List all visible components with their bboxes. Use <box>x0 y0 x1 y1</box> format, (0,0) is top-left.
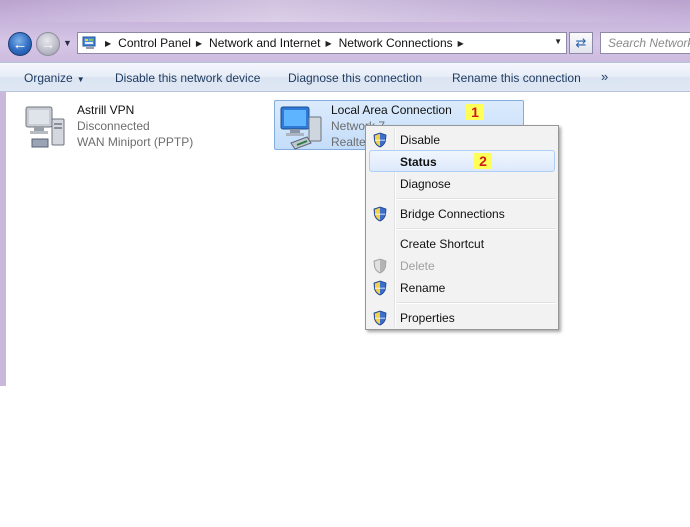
step-marker-1: 1 <box>466 104 484 120</box>
forward-arrow-icon: → <box>40 35 56 53</box>
step-marker-2: 2 <box>474 153 492 169</box>
connection-name-local-area[interactable]: Local Area Connection <box>331 103 452 117</box>
network-computer-icon[interactable] <box>22 103 70 151</box>
menu-separator <box>397 302 555 304</box>
network-connections-window: ← → ▼ ▶ Control Panel ▶ Network and Inte… <box>0 0 690 386</box>
address-bar[interactable]: ▶ Control Panel ▶ Network and Internet ▶… <box>77 32 567 54</box>
uac-shield-icon <box>373 206 387 222</box>
refresh-button[interactable]: ⇄ <box>569 32 593 54</box>
menu-item-bridge-connections[interactable]: Bridge Connections <box>400 207 505 221</box>
search-input[interactable]: Search Network Connections <box>600 32 690 54</box>
network-computer-icon[interactable] <box>277 103 325 151</box>
connection-device: WAN Miniport (PPTP) <box>77 135 194 149</box>
connection-status: Disconnected <box>77 119 150 133</box>
glass-frame <box>0 0 690 22</box>
back-arrow-icon: ← <box>12 35 28 53</box>
recent-pages-dropdown[interactable]: ▼ <box>63 38 72 48</box>
menu-item-diagnose[interactable]: Diagnose <box>400 177 451 191</box>
uac-shield-icon <box>373 258 387 274</box>
menu-item-status[interactable]: Status <box>400 155 437 169</box>
menu-separator <box>397 198 555 200</box>
control-panel-icon <box>82 36 96 49</box>
menu-item-properties[interactable]: Properties <box>400 311 455 325</box>
more-commands-button[interactable]: » <box>601 69 608 84</box>
rename-connection-button[interactable]: Rename this connection <box>452 71 581 85</box>
menu-item-create-shortcut[interactable]: Create Shortcut <box>400 237 484 251</box>
diagnose-connection-button[interactable]: Diagnose this connection <box>288 71 422 85</box>
breadcrumb-control-panel[interactable]: Control Panel <box>118 36 191 50</box>
uac-shield-icon <box>373 132 387 148</box>
menu-hover-highlight <box>369 150 555 172</box>
navigation-bar: ← → ▼ ▶ Control Panel ▶ Network and Inte… <box>0 0 690 62</box>
refresh-icon: ⇄ <box>575 35 587 50</box>
disable-device-button[interactable]: Disable this network device <box>115 71 260 85</box>
chevron-down-icon: ▼ <box>76 75 85 84</box>
uac-shield-icon <box>373 280 387 296</box>
breadcrumb-network-and-internet[interactable]: Network and Internet <box>209 36 320 50</box>
crumb-separator-icon[interactable]: ▶ <box>325 39 331 48</box>
address-history-dropdown[interactable]: ▼ <box>554 37 562 46</box>
forward-button[interactable]: → <box>36 32 60 56</box>
menu-item-disable[interactable]: Disable <box>400 133 440 147</box>
connection-name-astrill-vpn[interactable]: Astrill VPN <box>77 103 134 117</box>
crumb-separator-icon[interactable]: ▶ <box>196 39 202 48</box>
organize-button[interactable]: Organize ▼ <box>24 71 85 85</box>
menu-item-rename[interactable]: Rename <box>400 281 445 295</box>
back-button[interactable]: ← <box>8 32 32 56</box>
crumb-separator-icon[interactable]: ▶ <box>458 39 464 48</box>
breadcrumb-network-connections[interactable]: Network Connections <box>339 36 453 50</box>
menu-item-delete: Delete <box>400 259 435 273</box>
uac-shield-icon <box>373 310 387 326</box>
organize-label: Organize <box>24 71 73 85</box>
command-bar: Organize ▼ Disable this network device Di… <box>0 62 690 92</box>
menu-separator <box>397 228 555 230</box>
context-menu: Disable Status 2 Diagnose Bridge Connect… <box>365 125 559 330</box>
crumb-separator-icon[interactable]: ▶ <box>105 39 111 48</box>
